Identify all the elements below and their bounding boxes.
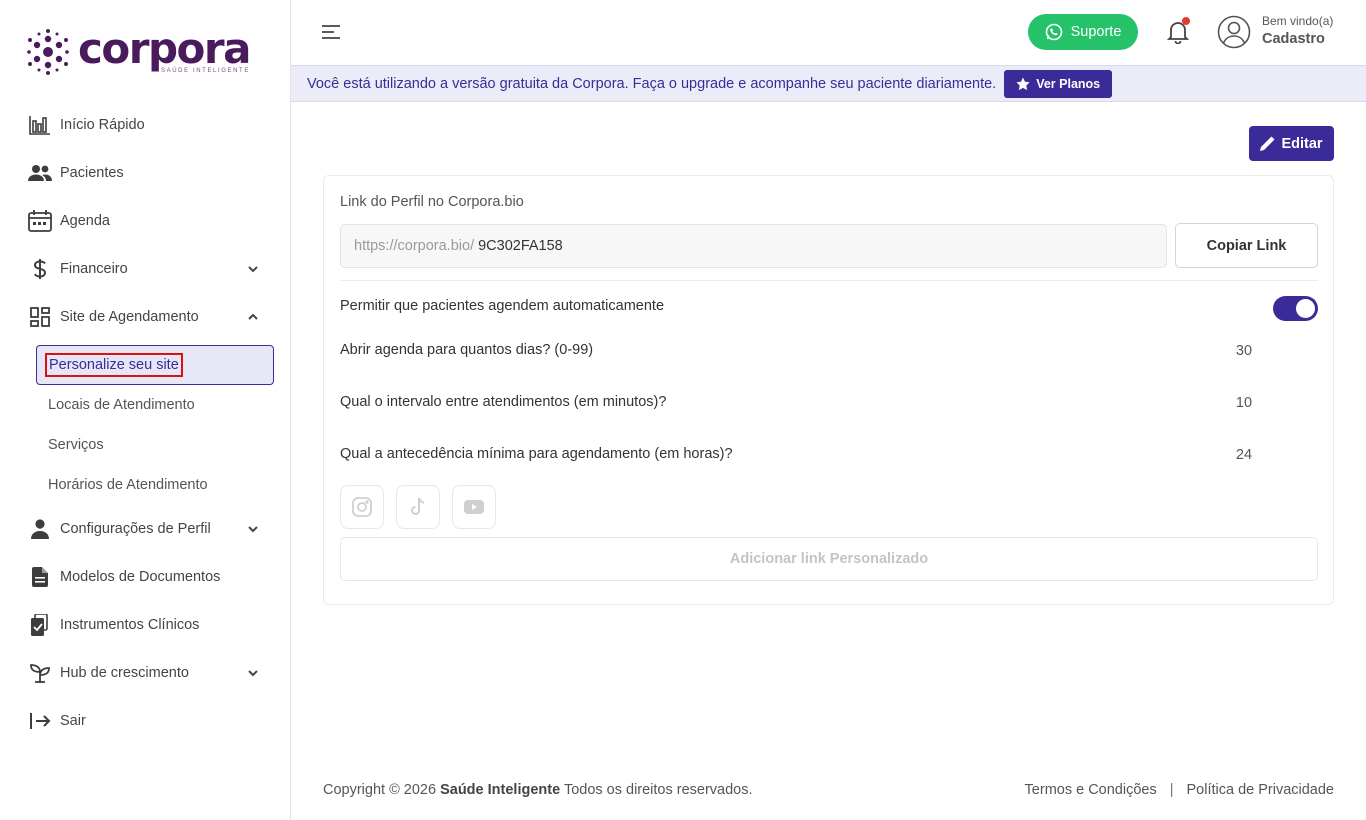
sidebar-item-label: Início Rápido bbox=[60, 117, 145, 133]
sidebar-item-sair[interactable]: Sair bbox=[0, 697, 290, 745]
youtube-icon bbox=[464, 500, 484, 514]
footer-copyright: Copyright © 2026 Saúde Inteligente Todos… bbox=[323, 782, 753, 798]
chevron-down-icon bbox=[248, 526, 258, 533]
subitem-locais-atendimento[interactable]: Locais de Atendimento bbox=[0, 385, 290, 425]
logout-icon bbox=[28, 709, 52, 733]
profile-link-input[interactable]: https://corpora.bio/ 9C302FA158 bbox=[340, 224, 1167, 268]
chevron-down-icon bbox=[248, 266, 258, 273]
user-name: Cadastro bbox=[1262, 31, 1325, 47]
subitem-label: Personalize seu site bbox=[45, 353, 183, 377]
tiktok-button[interactable] bbox=[396, 485, 440, 529]
bar-chart-icon bbox=[28, 113, 52, 137]
sidebar-item-label: Pacientes bbox=[60, 165, 124, 181]
auto-schedule-label: Permitir que pacientes agendem automatic… bbox=[340, 298, 665, 314]
chevron-up-icon bbox=[248, 313, 258, 320]
sidebar-item-label: Site de Agendamento bbox=[60, 309, 199, 325]
privacy-link[interactable]: Política de Privacidade bbox=[1187, 782, 1335, 798]
sidebar-item-label: Configurações de Perfil bbox=[60, 521, 211, 537]
sidebar-item-label: Instrumentos Clínicos bbox=[60, 617, 200, 633]
days-open-label: Abrir agenda para quantos dias? (0-99) bbox=[340, 342, 594, 358]
site-settings-card: Link do Perfil no Corpora.bio https://co… bbox=[323, 175, 1334, 605]
tiktok-icon bbox=[411, 497, 425, 515]
user-greeting[interactable]: Bem vindo(a) Cadastro bbox=[1262, 14, 1333, 47]
menu-toggle-icon[interactable] bbox=[321, 24, 341, 40]
dollar-icon bbox=[28, 257, 52, 281]
clipboard-icon bbox=[28, 613, 52, 637]
sidebar-item-agenda[interactable]: Agenda bbox=[0, 197, 290, 245]
logo-dots-icon bbox=[27, 29, 69, 75]
top-header: Suporte Bem vindo(a) Cadastro bbox=[291, 0, 1366, 65]
toggle-knob bbox=[1296, 299, 1315, 318]
support-label: Suporte bbox=[1070, 24, 1122, 40]
sidebar-item-label: Financeiro bbox=[60, 261, 128, 277]
upgrade-banner: Você está utilizando a versão gratuita d… bbox=[291, 65, 1366, 102]
interval-value[interactable]: 10 bbox=[1224, 395, 1264, 411]
sidebar-item-modelos-documentos[interactable]: Modelos de Documentos bbox=[0, 553, 290, 601]
min-advance-label: Qual a antecedência mínima para agendame… bbox=[340, 446, 733, 462]
sidebar-item-label: Modelos de Documentos bbox=[60, 569, 221, 585]
auto-schedule-toggle[interactable] bbox=[1273, 296, 1318, 321]
sidebar: corpora SAÚDE INTELIGENTE Início Rápido … bbox=[0, 0, 291, 820]
whatsapp-icon bbox=[1045, 23, 1062, 41]
sidebar-item-configuracoes-perfil[interactable]: Configurações de Perfil bbox=[0, 505, 290, 553]
sidebar-item-label: Sair bbox=[60, 713, 86, 729]
link-prefix: https://corpora.bio/ bbox=[354, 238, 475, 254]
subitem-horarios-atendimento[interactable]: Horários de Atendimento bbox=[0, 465, 290, 505]
copy-link-button[interactable]: Copiar Link bbox=[1175, 223, 1318, 268]
sidebar-item-pacientes[interactable]: Pacientes bbox=[0, 149, 290, 197]
support-button[interactable]: Suporte bbox=[1028, 14, 1138, 50]
copyright-suffix: Todos os direitos reservados. bbox=[563, 782, 753, 798]
calendar-icon bbox=[28, 209, 52, 233]
terms-link[interactable]: Termos e Condições bbox=[1025, 782, 1157, 798]
copyright-brand: Saúde Inteligente bbox=[440, 782, 561, 798]
document-icon bbox=[28, 565, 52, 589]
star-icon bbox=[1016, 77, 1030, 90]
subitem-personalize-site[interactable]: Personalize seu site bbox=[36, 345, 274, 385]
youtube-button[interactable] bbox=[452, 485, 496, 529]
footer-separator: | bbox=[1169, 782, 1174, 798]
view-plans-button[interactable]: Ver Planos bbox=[1004, 69, 1113, 98]
avatar-icon[interactable] bbox=[1217, 15, 1251, 49]
grid-icon bbox=[28, 305, 52, 329]
logo-wordmark: corpora bbox=[78, 24, 251, 73]
welcome-text: Bem vindo(a) bbox=[1262, 14, 1334, 28]
divider bbox=[340, 280, 1318, 281]
interval-label: Qual o intervalo entre atendimentos (em … bbox=[340, 394, 667, 410]
brand-logo[interactable]: corpora SAÚDE INTELIGENTE bbox=[26, 24, 251, 76]
banner-text: Você está utilizando a versão gratuita d… bbox=[307, 75, 997, 92]
profile-link-label: Link do Perfil no Corpora.bio bbox=[340, 194, 524, 210]
min-advance-value[interactable]: 24 bbox=[1224, 447, 1264, 463]
instagram-icon bbox=[352, 497, 372, 517]
view-plans-label: Ver Planos bbox=[1036, 76, 1101, 91]
instagram-button[interactable] bbox=[340, 485, 384, 529]
user-icon bbox=[28, 517, 52, 541]
notification-dot bbox=[1182, 17, 1190, 25]
copyright-prefix: Copyright © 2026 bbox=[323, 782, 437, 798]
chevron-down-icon bbox=[248, 670, 258, 677]
link-code: 9C302FA158 bbox=[478, 238, 563, 254]
footer-links: Termos e Condições | Política de Privaci… bbox=[1025, 782, 1334, 798]
sidebar-item-inicio-rapido[interactable]: Início Rápido bbox=[0, 101, 290, 149]
subitem-servicos[interactable]: Serviços bbox=[0, 425, 290, 465]
edit-button[interactable]: Editar bbox=[1249, 126, 1334, 161]
edit-label: Editar bbox=[1281, 135, 1323, 152]
add-custom-link-button[interactable]: Adicionar link Personalizado bbox=[340, 537, 1318, 581]
sprout-icon bbox=[28, 661, 52, 685]
sidebar-item-hub-crescimento[interactable]: Hub de crescimento bbox=[0, 649, 290, 697]
pencil-icon bbox=[1260, 136, 1275, 151]
sidebar-item-financeiro[interactable]: Financeiro bbox=[0, 245, 290, 293]
sidebar-nav: Início Rápido Pacientes Agenda Financeir… bbox=[0, 101, 290, 745]
users-icon bbox=[28, 161, 52, 185]
sidebar-item-label: Agenda bbox=[60, 213, 110, 229]
sidebar-item-site-agendamento[interactable]: Site de Agendamento bbox=[0, 293, 290, 341]
days-open-value[interactable]: 30 bbox=[1224, 343, 1264, 359]
sidebar-item-label: Hub de crescimento bbox=[60, 665, 189, 681]
sidebar-item-instrumentos-clinicos[interactable]: Instrumentos Clínicos bbox=[0, 601, 290, 649]
